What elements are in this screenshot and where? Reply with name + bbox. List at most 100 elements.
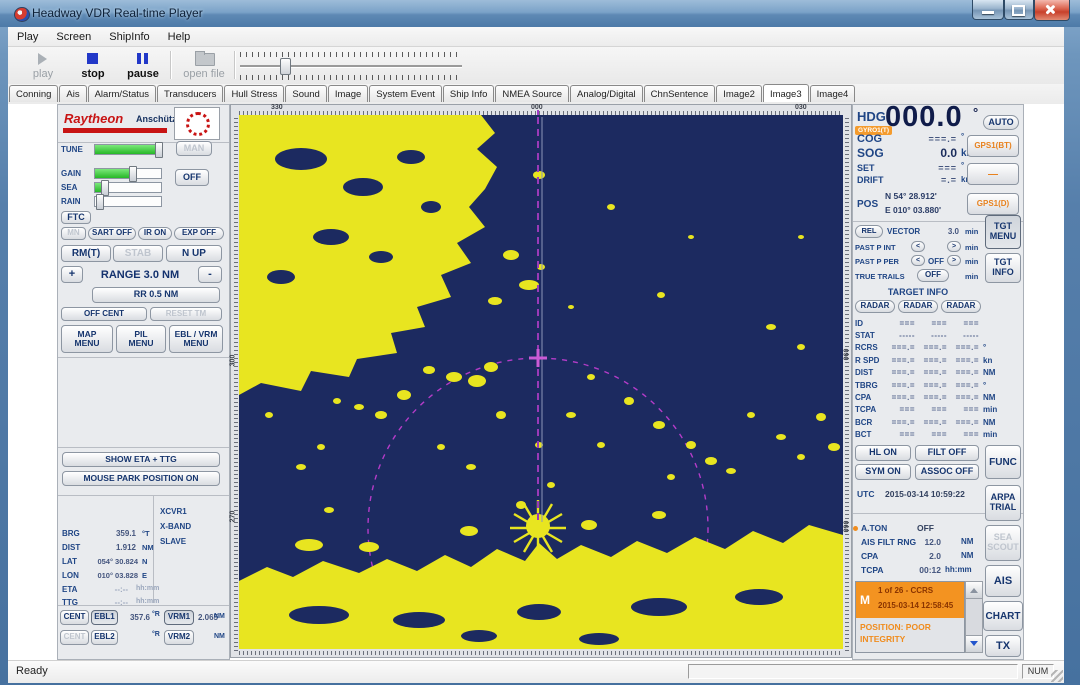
tab-chnsentence[interactable]: ChnSentence	[644, 85, 716, 102]
playback-slider[interactable]	[240, 65, 462, 68]
minimize-button[interactable]	[972, 0, 1004, 20]
sea-scout-button[interactable]: SEA SCOUT	[985, 525, 1021, 561]
gps1d-button[interactable]: GPS1(D)	[967, 193, 1019, 215]
tab-analog-digital[interactable]: Analog/Digital	[570, 85, 643, 102]
target-row-value: ===	[883, 405, 915, 414]
tab-conning[interactable]: Conning	[9, 85, 58, 102]
gps1bt-button[interactable]: GPS1(BT)	[967, 135, 1019, 157]
alarm-list[interactable]: M 1 of 26 - CCRS 2015-03-14 12:58:45 POS…	[855, 581, 965, 653]
tgt-info-button[interactable]: TGT INFO	[985, 253, 1021, 283]
sym-on-button[interactable]: SYM ON	[855, 464, 911, 480]
menu-shipinfo[interactable]: ShipInfo	[100, 28, 158, 46]
ais-button[interactable]: AIS	[985, 565, 1021, 597]
range-plus-button[interactable]: +	[61, 266, 83, 283]
mn-button[interactable]: MN	[61, 227, 86, 240]
rr-button[interactable]: RR 0.5 NM	[92, 287, 220, 303]
past-p-int-dec-button[interactable]: <	[911, 241, 925, 252]
pil-menu-button[interactable]: PIL MENU	[116, 325, 166, 353]
man-button[interactable]: MAN	[176, 141, 212, 156]
tab-sound[interactable]: Sound	[285, 85, 326, 102]
tab-ais[interactable]: Ais	[59, 85, 86, 102]
cent2-button[interactable]: CENT	[60, 630, 89, 645]
chart-button[interactable]: CHART	[983, 601, 1023, 631]
past-p-int-inc-button[interactable]: >	[947, 241, 961, 252]
ebl-vrm-menu-button[interactable]: EBL / VRM MENU	[169, 325, 223, 353]
tx-button[interactable]: TX	[985, 635, 1021, 657]
playback-slider-thumb[interactable]	[280, 58, 291, 75]
show-eta-ttg-button[interactable]: SHOW ETA + TTG	[62, 452, 220, 467]
close-button[interactable]	[1034, 0, 1070, 21]
func-button[interactable]: FUNC	[985, 445, 1021, 479]
ftc-button[interactable]: FTC	[61, 211, 91, 224]
target-row-unit: kn	[979, 356, 1007, 365]
ebl1-button[interactable]: EBL1	[91, 610, 118, 625]
stop-button[interactable]: stop	[70, 50, 116, 81]
tab-image4[interactable]: Image4	[810, 85, 856, 102]
tab-ship-info[interactable]: Ship Info	[443, 85, 495, 102]
open-file-button[interactable]: open file	[176, 50, 232, 81]
mouse-park-button[interactable]: MOUSE PARK POSITION ON	[62, 471, 220, 486]
tab-hull-stress[interactable]: Hull Stress	[224, 85, 284, 102]
off-button[interactable]: OFF	[175, 169, 209, 186]
target-table-row-stat: STAT---------------	[855, 329, 1021, 341]
tab-alarm-status[interactable]: Alarm/Status	[88, 85, 156, 102]
tab-transducers[interactable]: Transducers	[157, 85, 223, 102]
play-button[interactable]: play	[20, 50, 66, 81]
cent-button[interactable]: CENT	[60, 610, 89, 625]
exp-off-button[interactable]: EXP OFF	[174, 227, 224, 240]
sart-off-button[interactable]: SART OFF	[88, 227, 136, 240]
resize-grip[interactable]	[1051, 670, 1063, 682]
xcvr-line3: SLAVE	[160, 537, 186, 546]
radar-ppi[interactable]: 330 000 030 300 270 060 090	[230, 104, 852, 658]
vrm2-button[interactable]: VRM2	[164, 630, 194, 645]
rel-button[interactable]: REL	[855, 225, 883, 238]
tab-system-event[interactable]: System Event	[369, 85, 442, 102]
menu-play[interactable]: Play	[8, 28, 47, 46]
ebl2-button[interactable]: EBL2	[91, 630, 118, 645]
tab-image3[interactable]: Image3	[763, 84, 809, 102]
arpa-trial-button[interactable]: ARPA TRIAL	[985, 485, 1021, 521]
map-menu-button[interactable]: MAP MENU	[61, 325, 113, 353]
assoc-off-button[interactable]: ASSOC OFF	[915, 464, 979, 480]
tab-image[interactable]: Image	[328, 85, 368, 102]
maximize-button[interactable]	[1004, 0, 1034, 20]
off-cent-button[interactable]: OFF CENT	[61, 307, 147, 321]
range-minus-button[interactable]: -	[198, 266, 222, 283]
pause-icon	[137, 53, 141, 64]
n-up-button[interactable]: N UP	[166, 245, 222, 262]
menu-help[interactable]: Help	[159, 28, 200, 46]
tab-nmea-source[interactable]: NMEA Source	[495, 85, 569, 102]
reset-tm-button[interactable]: RESET TM	[150, 307, 222, 321]
ir-on-button[interactable]: IR ON	[138, 227, 172, 240]
scroll-down-button[interactable]	[966, 635, 982, 652]
pause-button[interactable]: pause	[120, 50, 166, 81]
target-row-value: ===.=	[883, 368, 915, 377]
hl-on-button[interactable]: HL ON	[855, 445, 911, 461]
sea-slider[interactable]	[94, 182, 162, 193]
filt-off-button[interactable]: FILT OFF	[915, 445, 979, 461]
bearing-scale-bottom	[239, 651, 843, 655]
past-p-per-inc-button[interactable]: >	[947, 255, 961, 266]
true-trails-off-button[interactable]: OFF	[917, 269, 949, 282]
alarm-scrollbar[interactable]	[965, 581, 983, 653]
radar-source-button-2[interactable]: RADAR	[898, 300, 938, 313]
gain-slider[interactable]	[94, 168, 162, 179]
menu-screen[interactable]: Screen	[47, 28, 100, 46]
cpa-limit-value: 2.0	[917, 551, 941, 561]
stab-button[interactable]: STAB	[113, 245, 163, 262]
tgt-menu-button[interactable]: TGT MENU	[985, 215, 1021, 249]
radar-source-button-1[interactable]: RADAR	[855, 300, 895, 313]
rm-t-button[interactable]: RM(T)	[61, 245, 111, 262]
target-row-label: TBRG	[855, 381, 883, 390]
drift-source-button[interactable]: —	[967, 163, 1019, 185]
auto-button[interactable]: AUTO	[983, 115, 1019, 130]
past-p-per-dec-button[interactable]: <	[911, 255, 925, 266]
tab-image2[interactable]: Image2	[716, 85, 762, 102]
scroll-up-button[interactable]	[966, 582, 982, 599]
radar-source-button-3[interactable]: RADAR	[941, 300, 981, 313]
alarm-active-row[interactable]: M 1 of 26 - CCRS 2015-03-14 12:58:45	[856, 582, 964, 618]
vrm1-button[interactable]: VRM1	[164, 610, 194, 625]
title-bar[interactable]: Headway VDR Real-time Player	[0, 0, 1080, 27]
tune-slider[interactable]	[94, 144, 162, 155]
rain-slider[interactable]	[94, 196, 162, 207]
